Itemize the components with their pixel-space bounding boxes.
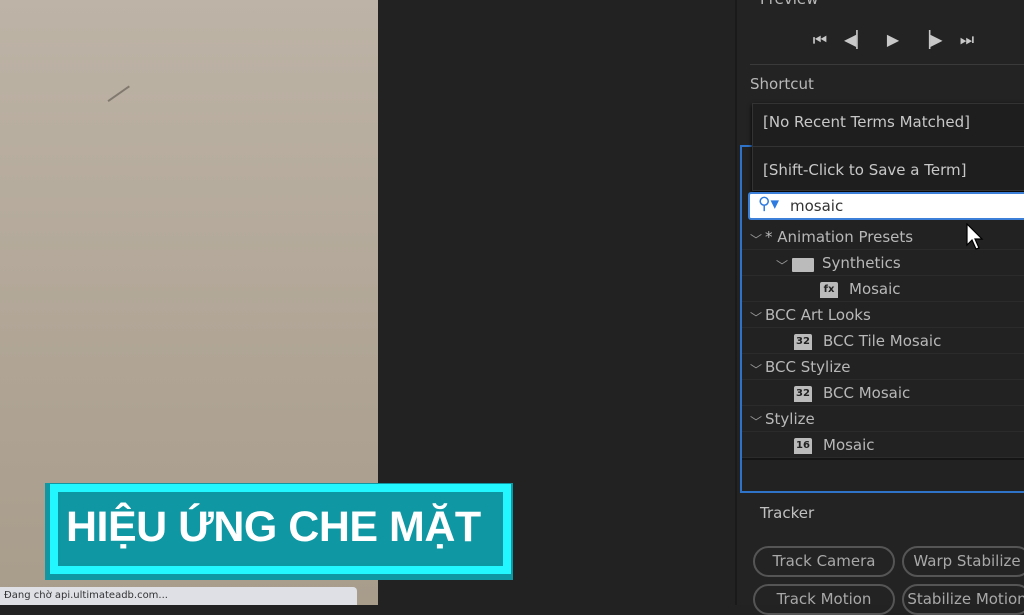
chevron-down-icon[interactable]: ﹀ bbox=[750, 413, 762, 430]
tree-item-label: Mosaic bbox=[849, 280, 901, 298]
panel-footer bbox=[742, 458, 1024, 460]
tree-item[interactable]: ﹀ Synthetics bbox=[742, 250, 1024, 276]
tree-item[interactable]: 16 Mosaic bbox=[742, 432, 1024, 458]
previous-frame-button[interactable]: ◀▏ bbox=[844, 30, 869, 52]
dropdown-item-no-recent[interactable]: [No Recent Terms Matched] bbox=[763, 113, 970, 131]
stabilize-motion-button[interactable]: Stabilize Motion bbox=[902, 584, 1024, 615]
first-frame-button[interactable]: ⏮ bbox=[808, 30, 832, 52]
last-frame-icon: ⏭ bbox=[959, 30, 975, 49]
track-camera-button[interactable]: Track Camera bbox=[753, 546, 895, 577]
folder-icon bbox=[792, 258, 814, 272]
warp-stabilize-button[interactable]: Warp Stabilize bbox=[902, 546, 1024, 577]
tree-item[interactable]: ﹀ Stylize bbox=[742, 406, 1024, 432]
dropdown-item-save-term[interactable]: [Shift-Click to Save a Term] bbox=[763, 161, 966, 179]
last-frame-button[interactable]: ⏭ bbox=[955, 30, 979, 52]
next-frame-button[interactable]: ▕▶ bbox=[918, 30, 943, 52]
mouse-cursor-icon bbox=[966, 223, 984, 250]
tree-item[interactable]: 32 BCC Mosaic bbox=[742, 380, 1024, 406]
divider bbox=[753, 146, 1024, 147]
overlay-title: HIỆU ỨNG CHE MẶT bbox=[66, 503, 481, 551]
tree-item-label: * Animation Presets bbox=[765, 228, 914, 246]
effect-badge-icon: 32 bbox=[794, 334, 812, 350]
browser-status-bar: Đang chờ api.ultimateadb.com... bbox=[0, 587, 357, 605]
chevron-down-icon[interactable]: ﹀ bbox=[750, 309, 762, 326]
search-icon[interactable]: ⚲▾ bbox=[758, 194, 779, 214]
tree-item-label: BCC Tile Mosaic bbox=[823, 332, 942, 350]
tree-item[interactable]: fx Mosaic bbox=[742, 276, 1024, 302]
search-input[interactable] bbox=[790, 195, 1010, 217]
effect-badge-icon: fx bbox=[820, 282, 838, 298]
tracker-title: Tracker bbox=[760, 504, 815, 522]
play-button[interactable]: ▶ bbox=[881, 30, 905, 52]
tree-item[interactable]: ﹀ BCC Stylize bbox=[742, 354, 1024, 380]
tree-item[interactable]: ﹀ BCC Art Looks bbox=[742, 302, 1024, 328]
tree-item-label: Stylize bbox=[765, 410, 815, 428]
tree-item-label: Mosaic bbox=[823, 436, 875, 454]
effect-badge-icon: 16 bbox=[794, 438, 812, 454]
tree-item-label: Synthetics bbox=[822, 254, 901, 272]
effect-badge-icon: 32 bbox=[794, 386, 812, 402]
divider bbox=[750, 64, 1024, 65]
chevron-down-icon[interactable]: ﹀ bbox=[750, 231, 762, 248]
play-icon: ▶ bbox=[886, 30, 900, 49]
first-frame-icon: ⏮ bbox=[812, 30, 828, 49]
track-motion-button[interactable]: Track Motion bbox=[753, 584, 895, 615]
previous-frame-icon: ◀▏ bbox=[844, 30, 869, 49]
tree-item[interactable]: 32 BCC Tile Mosaic bbox=[742, 328, 1024, 354]
tree-item-label: BCC Mosaic bbox=[823, 384, 911, 402]
tree-item-label: BCC Stylize bbox=[765, 358, 851, 376]
shortcut-label: Shortcut bbox=[750, 75, 814, 93]
chevron-down-icon[interactable]: ﹀ bbox=[750, 361, 762, 378]
preview-panel-title: Preview bbox=[760, 0, 818, 8]
chevron-down-icon[interactable]: ﹀ bbox=[776, 257, 788, 274]
tree-item-label: BCC Art Looks bbox=[765, 306, 871, 324]
next-frame-icon: ▕▶ bbox=[918, 30, 943, 49]
